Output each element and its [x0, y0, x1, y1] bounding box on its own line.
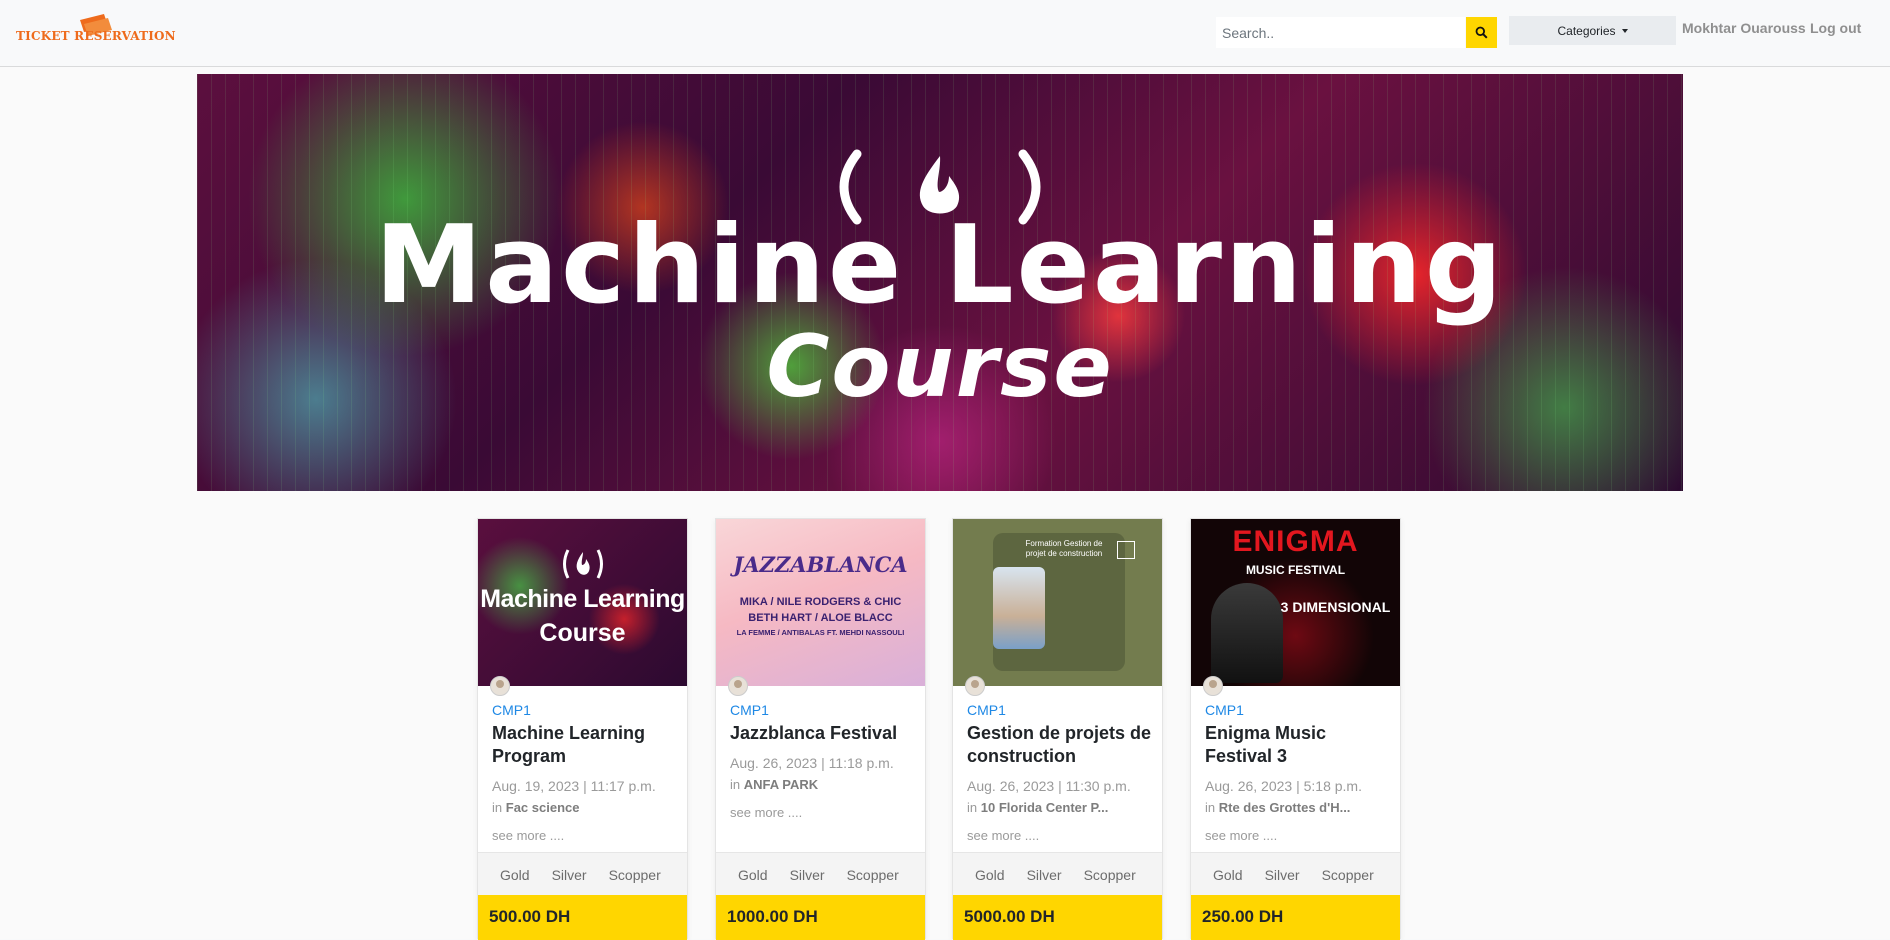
card-category[interactable]: CMP1: [1205, 702, 1244, 718]
categories-label: Categories: [1557, 23, 1616, 38]
tier-gold[interactable]: Gold: [738, 867, 768, 883]
card-category[interactable]: CMP1: [967, 702, 1006, 718]
image-caption: MUSIC FESTIVAL: [1245, 563, 1346, 577]
card-price: 250.00 DH: [1191, 895, 1400, 940]
card-location: in ANFA PARK: [730, 777, 818, 792]
image-caption: 3 DIMENSIONAL: [1280, 599, 1391, 615]
location-prefix: in: [492, 800, 503, 815]
tier-scopper[interactable]: Scopper: [1322, 867, 1374, 883]
event-image[interactable]: Machine Learning Course: [478, 519, 687, 686]
see-more-link[interactable]: see more ....: [492, 828, 564, 843]
avatar[interactable]: [490, 676, 510, 696]
event-image[interactable]: JAZZABLANCA MIKA / NILE RODGERS & CHIC B…: [716, 519, 925, 686]
card-date: Aug. 26, 2023 | 5:18 p.m.: [1205, 778, 1362, 794]
image-caption: MIKA / NILE RODGERS & CHIC: [739, 596, 902, 608]
search-icon: [1475, 26, 1488, 39]
event-card[interactable]: JAZZABLANCA MIKA / NILE RODGERS & CHIC B…: [715, 518, 926, 940]
card-location: in 10 Florida Center P...: [967, 800, 1108, 815]
see-more-link[interactable]: see more ....: [1205, 828, 1277, 843]
avatar[interactable]: [965, 676, 985, 696]
card-date: Aug. 19, 2023 | 11:17 p.m.: [492, 778, 656, 794]
location-prefix: in: [967, 800, 978, 815]
image-stamp: [1117, 541, 1135, 559]
logout-link[interactable]: Log out: [1810, 20, 1861, 36]
navbar: TICKET RESERVATION Categories Mokhtar Ou…: [0, 0, 1890, 67]
see-more-link[interactable]: see more ....: [730, 805, 802, 820]
card-date: Aug. 26, 2023 | 11:30 p.m.: [967, 778, 1131, 794]
location-name: Fac science: [505, 800, 580, 815]
card-category[interactable]: CMP1: [492, 702, 531, 718]
tier-gold[interactable]: Gold: [975, 867, 1005, 883]
image-figure: [1211, 583, 1283, 683]
image-caption: LA FEMME / ANTIBALAS FT. MEHDI NASSOULI: [736, 628, 905, 637]
card-title[interactable]: Machine Learning Program: [492, 722, 677, 768]
image-caption: Machine Learning: [480, 585, 685, 613]
tier-scopper[interactable]: Scopper: [1084, 867, 1136, 883]
caret-down-icon: [1621, 28, 1628, 33]
location-prefix: in: [1205, 800, 1216, 815]
tier-gold[interactable]: Gold: [500, 867, 530, 883]
card-price: 1000.00 DH: [716, 895, 925, 940]
tier-gold[interactable]: Gold: [1213, 867, 1243, 883]
event-image[interactable]: Formation Gestion de projet de construct…: [953, 519, 1162, 686]
avatar[interactable]: [1203, 676, 1223, 696]
card-location: in Fac science: [492, 800, 579, 815]
card-date: Aug. 26, 2023 | 11:18 p.m.: [730, 755, 894, 771]
card-price: 5000.00 DH: [953, 895, 1162, 940]
card-title[interactable]: Jazzblanca Festival: [730, 722, 915, 745]
tier-silver[interactable]: Silver: [552, 867, 587, 883]
card-category[interactable]: CMP1: [730, 702, 769, 718]
ticket-tiers: Gold Silver Scopper: [478, 852, 687, 896]
search-input[interactable]: [1216, 17, 1465, 48]
see-more-link[interactable]: see more ....: [967, 828, 1039, 843]
location-name: Rte des Grottes d'H...: [1218, 800, 1351, 815]
image-caption: JAZZABLANCA: [733, 552, 908, 577]
categories-dropdown[interactable]: Categories: [1509, 16, 1676, 45]
ticket-tiers: Gold Silver Scopper: [953, 852, 1162, 896]
tier-scopper[interactable]: Scopper: [609, 867, 661, 883]
location-name: ANFA PARK: [743, 777, 819, 792]
tier-silver[interactable]: Silver: [790, 867, 825, 883]
hero-banner[interactable]: Machine Learning Course: [197, 74, 1683, 491]
ticket-tiers: Gold Silver Scopper: [716, 852, 925, 896]
location-prefix: in: [730, 777, 741, 792]
search-button[interactable]: [1466, 17, 1497, 48]
user-profile-link[interactable]: Mokhtar Ouarouss: [1682, 20, 1806, 36]
tier-silver[interactable]: Silver: [1027, 867, 1062, 883]
event-image[interactable]: ENIGMA MUSIC FESTIVAL 3 DIMENSIONAL: [1191, 519, 1400, 686]
event-card[interactable]: Machine Learning Course CMP1 Machine Lea…: [477, 518, 688, 940]
banner-subtitle: Course: [766, 317, 1114, 417]
image-caption: Course: [539, 619, 626, 647]
tier-scopper[interactable]: Scopper: [847, 867, 899, 883]
ticket-tiers: Gold Silver Scopper: [1191, 852, 1400, 896]
tier-silver[interactable]: Silver: [1265, 867, 1300, 883]
card-location: in Rte des Grottes d'H...: [1205, 800, 1350, 815]
location-name: 10 Florida Center P...: [980, 800, 1109, 815]
card-title[interactable]: Gestion de projets de construction: [967, 722, 1152, 768]
banner-title: Machine Learning: [374, 203, 1506, 328]
event-card[interactable]: ENIGMA MUSIC FESTIVAL 3 DIMENSIONAL CMP1…: [1190, 518, 1401, 940]
card-price: 500.00 DH: [478, 895, 687, 940]
image-photo: [993, 567, 1045, 649]
image-caption: ENIGMA: [1232, 525, 1359, 558]
card-title[interactable]: Enigma Music Festival 3: [1205, 722, 1390, 768]
logo-text: TICKET RESERVATION: [16, 29, 176, 43]
avatar[interactable]: [728, 676, 748, 696]
event-card[interactable]: Formation Gestion de projet de construct…: [952, 518, 1163, 940]
image-caption: Formation Gestion de projet de construct…: [1025, 539, 1103, 558]
logo[interactable]: TICKET RESERVATION: [14, 10, 176, 46]
freecodecamp-logo-icon: [563, 549, 603, 579]
image-caption: BETH HART / ALOE BLACC: [748, 612, 893, 624]
